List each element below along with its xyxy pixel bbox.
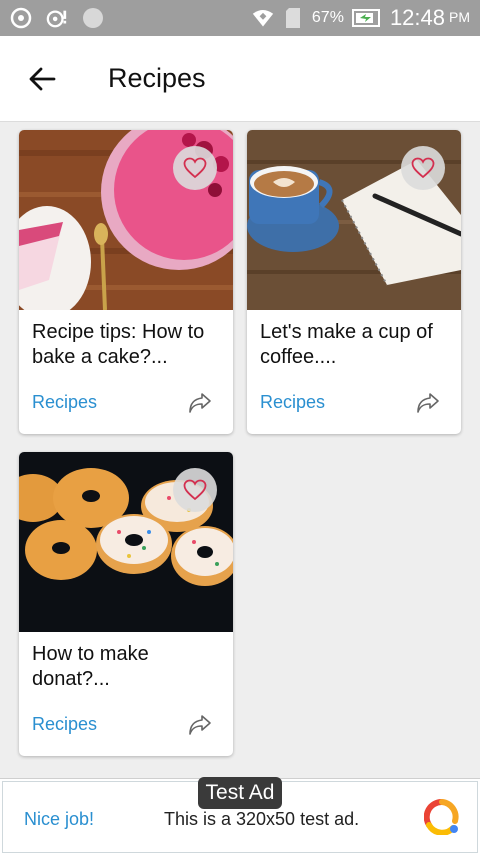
heart-icon xyxy=(183,479,207,501)
app-icon xyxy=(10,7,32,29)
ad-logo-icon[interactable] xyxy=(423,798,460,836)
heart-icon xyxy=(411,157,435,179)
sim-icon xyxy=(282,7,304,29)
favorite-button[interactable] xyxy=(173,146,217,190)
favorite-button[interactable] xyxy=(401,146,445,190)
cake-photo[interactable] xyxy=(19,130,233,310)
card-title[interactable]: How to make donat?... xyxy=(32,642,227,692)
share-icon xyxy=(189,715,211,735)
clock-time: 12:48 xyxy=(389,5,445,30)
recipe-card[interactable]: Let's make a cup of coffee.... Recipes xyxy=(247,130,461,434)
recipe-card[interactable]: How to make donat?... Recipes xyxy=(19,452,233,756)
notification-icon xyxy=(46,7,68,29)
share-button[interactable] xyxy=(185,710,215,740)
back-button[interactable] xyxy=(0,36,84,122)
card-category-link[interactable]: Recipes xyxy=(32,392,97,413)
share-button[interactable] xyxy=(185,388,215,418)
circle-icon xyxy=(82,7,104,29)
heart-icon xyxy=(183,157,207,179)
arrow-left-icon xyxy=(29,67,56,90)
test-ad-label: Test Ad xyxy=(198,777,282,809)
donuts-photo[interactable] xyxy=(19,452,233,632)
share-icon xyxy=(417,393,439,413)
card-title[interactable]: Let's make a cup of coffee.... xyxy=(260,320,455,370)
wifi-icon xyxy=(252,7,274,29)
card-category-link[interactable]: Recipes xyxy=(32,714,97,735)
battery-percent: 67% xyxy=(311,9,344,26)
share-button[interactable] xyxy=(413,388,443,418)
battery-charging-icon xyxy=(351,7,382,29)
share-icon xyxy=(189,393,211,413)
favorite-button[interactable] xyxy=(173,468,217,512)
clock-ampm: PM xyxy=(449,9,470,25)
coffee-photo[interactable] xyxy=(247,130,461,310)
card-category-link[interactable]: Recipes xyxy=(260,392,325,413)
ad-banner[interactable]: Nice job! This is a 320x50 test ad. Test… xyxy=(0,777,480,854)
ad-text: This is a 320x50 test ad. xyxy=(164,809,360,829)
app-bar: Recipes xyxy=(0,36,480,122)
status-left xyxy=(10,7,104,29)
card-title[interactable]: Recipe tips: How to bake a cake?... xyxy=(32,320,227,370)
recipe-card[interactable]: Recipe tips: How to bake a cake?... Reci… xyxy=(19,130,233,434)
status-bar: 67% 12:48 PM xyxy=(0,0,480,36)
status-right: 67% 12:48 PM xyxy=(252,5,470,31)
ad-nice-job-link[interactable]: Nice job! xyxy=(24,809,94,830)
page-title: Recipes xyxy=(108,63,206,93)
